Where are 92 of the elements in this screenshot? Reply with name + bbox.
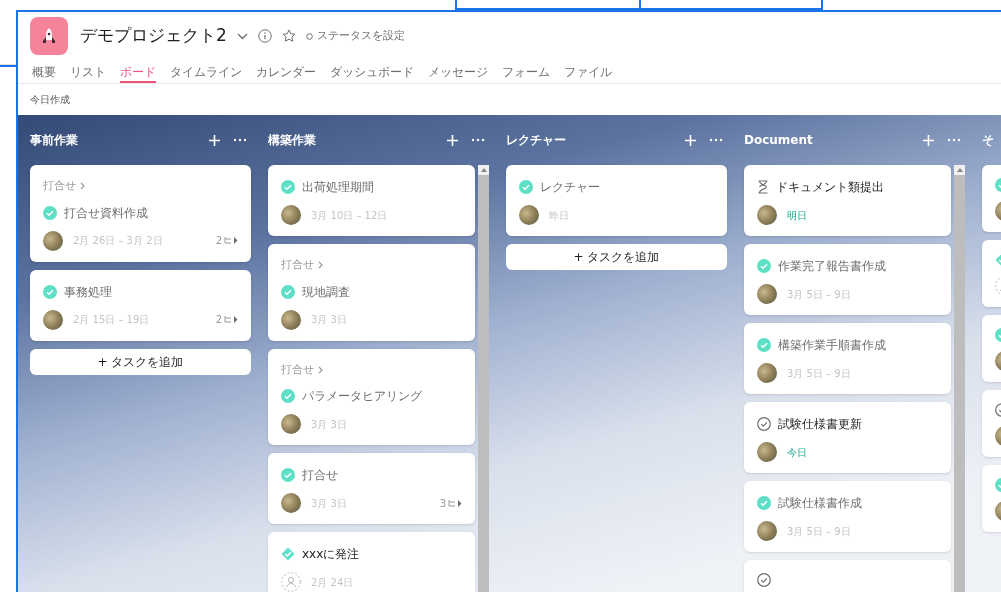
- tab[interactable]: リスト: [70, 56, 106, 83]
- task-title: 打合せ資料作成: [64, 204, 148, 222]
- task-title: レクチャー: [540, 179, 600, 196]
- tab[interactable]: ボード: [120, 56, 156, 83]
- task-title: 打合せ: [302, 467, 338, 484]
- avatar[interactable]: [757, 521, 777, 541]
- task-card[interactable]: ドキュメント類提出 明日: [744, 165, 951, 236]
- more-icon[interactable]: [233, 138, 247, 142]
- task-title: 試験仕様書作成: [778, 495, 862, 512]
- check-circle-icon[interactable]: [757, 338, 771, 352]
- subtask-count: 2: [215, 313, 222, 327]
- avatar[interactable]: [519, 205, 539, 225]
- set-status-button[interactable]: ステータスを設定: [305, 27, 405, 45]
- more-icon[interactable]: [709, 138, 723, 142]
- due-date: 明日: [787, 208, 807, 223]
- plus-icon[interactable]: [447, 134, 458, 146]
- column-title: そ: [982, 132, 994, 149]
- avatar[interactable]: [757, 363, 777, 383]
- tab[interactable]: タイムライン: [170, 56, 242, 83]
- avatar[interactable]: [281, 493, 301, 513]
- scrollbar[interactable]: [478, 165, 489, 592]
- task-title: 作業完了報告書作成: [778, 258, 886, 275]
- column-title: Document: [744, 132, 813, 149]
- status-circle-icon: [305, 32, 313, 40]
- hourglass-icon[interactable]: [757, 180, 769, 194]
- subtask-count: 3: [439, 496, 446, 511]
- tab[interactable]: フォーム: [502, 56, 550, 83]
- check-circle-icon[interactable]: [281, 468, 295, 482]
- avatar[interactable]: [757, 284, 777, 304]
- check-circle-icon[interactable]: [757, 573, 771, 587]
- task-title: 出荷処理期間: [302, 179, 374, 196]
- check-circle-icon[interactable]: [757, 496, 771, 510]
- project-title: デモプロジェクト2: [80, 24, 227, 48]
- check-circle-icon[interactable]: [43, 205, 57, 220]
- column-title: 構築作業: [268, 132, 316, 149]
- check-circle-icon[interactable]: [519, 180, 533, 194]
- more-icon[interactable]: [947, 138, 961, 142]
- chevron-down-icon[interactable]: [236, 32, 248, 40]
- due-date: 今日: [787, 445, 807, 460]
- info-icon[interactable]: [257, 29, 272, 43]
- check-circle-icon[interactable]: [757, 259, 771, 273]
- task-title: 試験仕様書更新: [778, 416, 862, 433]
- rocket-icon: [40, 27, 58, 45]
- chevron-right-icon: [80, 182, 85, 191]
- check-circle-icon[interactable]: [757, 417, 771, 431]
- task-title: ドキュメント類提出: [776, 179, 884, 196]
- task-title: パラメータヒアリング: [302, 388, 422, 405]
- parent-task-link[interactable]: 打合せ: [281, 361, 314, 378]
- tab[interactable]: ダッシュボード: [330, 56, 414, 83]
- task-title: xxxに発注: [302, 546, 360, 563]
- created-today-label: 今日作成: [30, 93, 70, 107]
- parent-task-link[interactable]: 打合せ: [43, 178, 76, 195]
- subtask-icon[interactable]: [448, 498, 462, 508]
- check-circle-icon[interactable]: [281, 389, 295, 403]
- task-title: 構築作業手順書作成: [778, 337, 886, 354]
- scrollbar[interactable]: [954, 165, 965, 592]
- subtask-icon[interactable]: [224, 315, 238, 324]
- tab[interactable]: メッセージ: [428, 56, 488, 83]
- parent-task-link[interactable]: 打合せ: [281, 257, 314, 274]
- avatar[interactable]: [757, 205, 777, 225]
- column-title: 事前作業: [30, 132, 78, 149]
- more-icon[interactable]: [471, 138, 485, 142]
- task-title: 事務処理: [64, 283, 112, 301]
- project-logo[interactable]: [30, 17, 68, 55]
- subtask-count: 2: [215, 234, 222, 248]
- add-task-button[interactable]: + タスクを追加: [30, 348, 251, 375]
- tab[interactable]: ファイル: [564, 56, 612, 83]
- avatar[interactable]: [757, 442, 777, 462]
- chevron-right-icon: [318, 365, 323, 374]
- plus-icon[interactable]: [923, 134, 934, 146]
- avatar[interactable]: [281, 414, 301, 434]
- check-circle-icon[interactable]: [281, 180, 295, 194]
- star-icon[interactable]: [281, 29, 296, 43]
- add-task-button[interactable]: + タスクを追加: [506, 244, 727, 270]
- avatar[interactable]: [43, 230, 63, 251]
- check-circle-icon[interactable]: [281, 284, 295, 299]
- check-circle-icon[interactable]: [43, 284, 57, 299]
- chevron-right-icon: [318, 261, 323, 270]
- avatar[interactable]: [281, 309, 301, 330]
- avatar[interactable]: [43, 309, 63, 330]
- subtask-icon[interactable]: [224, 236, 238, 245]
- scroll-up-icon[interactable]: [480, 168, 487, 172]
- tab[interactable]: カレンダー: [256, 56, 316, 83]
- task-card[interactable]: 試験仕様書更新 今日: [744, 402, 951, 473]
- plus-icon[interactable]: [209, 134, 220, 146]
- scroll-up-icon[interactable]: [956, 168, 963, 172]
- diamond-check-icon[interactable]: [281, 547, 295, 561]
- column-title: レクチャー: [506, 132, 566, 149]
- tab[interactable]: 概要: [32, 56, 56, 83]
- plus-icon[interactable]: [685, 134, 696, 146]
- avatar[interactable]: [281, 205, 301, 225]
- task-title: 現地調査: [302, 283, 350, 301]
